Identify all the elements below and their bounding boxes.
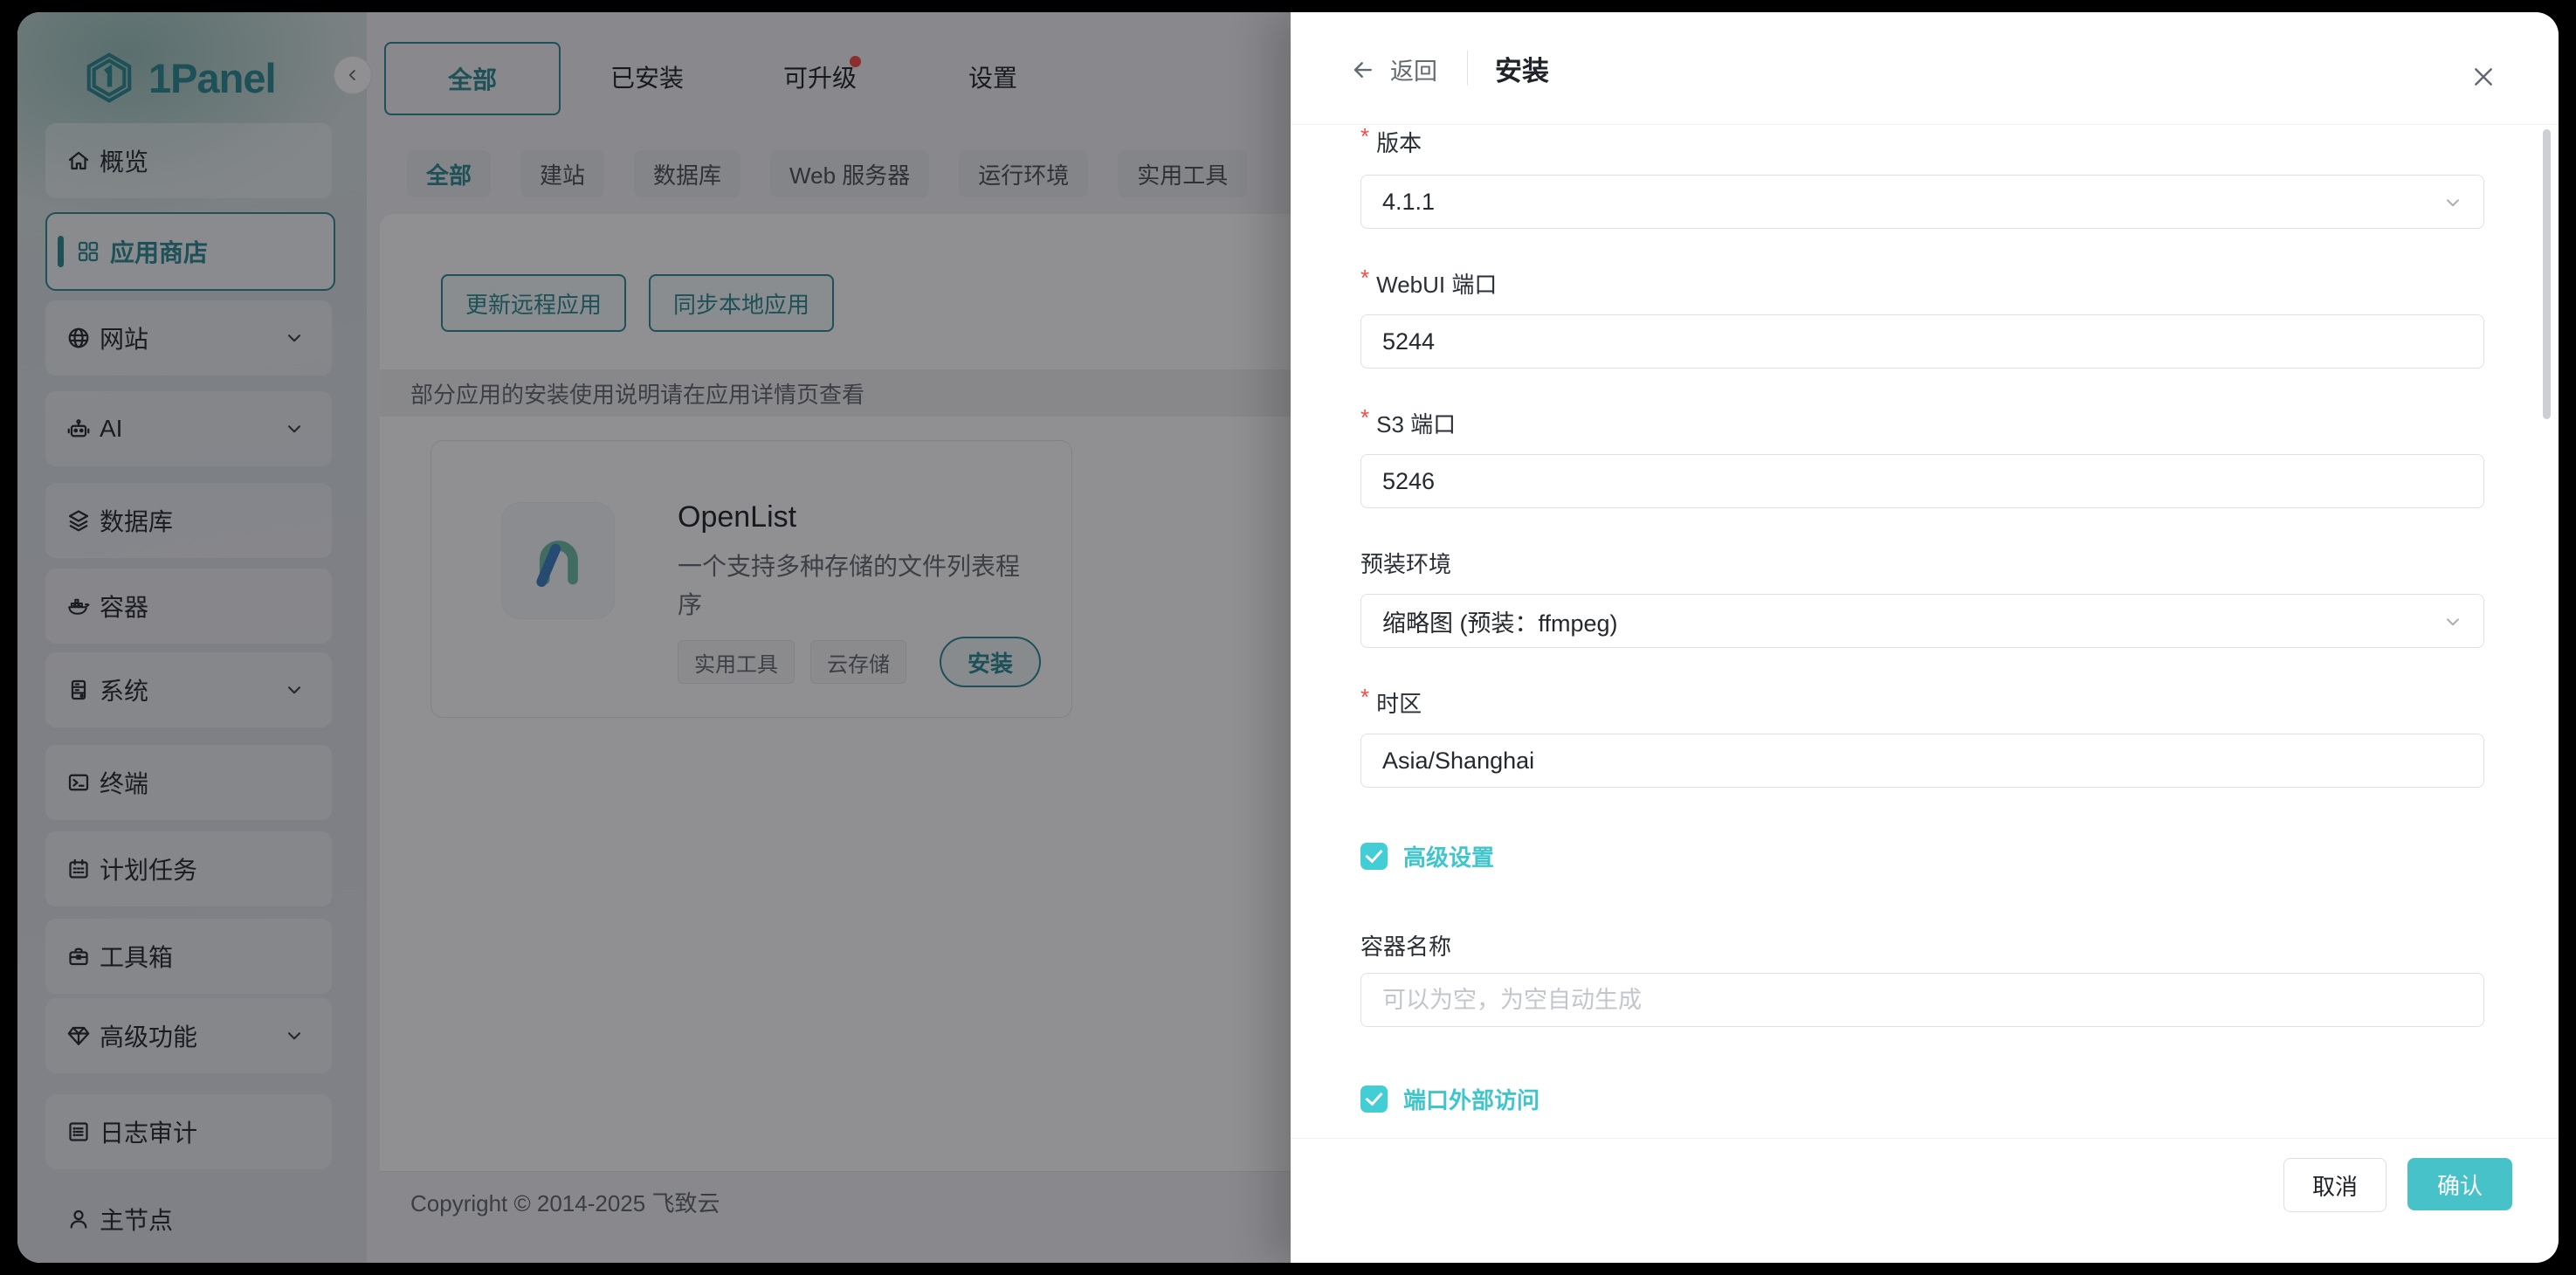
field-label-preinstall-env: 预装环境 [1360, 547, 1451, 579]
drawer-header: 返回 安装 [1291, 12, 2559, 125]
select-value: 4.1.1 [1382, 189, 1435, 216]
drawer-scrollbar-thumb[interactable] [2543, 129, 2551, 419]
webui-port-input[interactable] [1360, 314, 2484, 369]
drawer-title: 安装 [1495, 49, 1549, 88]
required-marker: * [1360, 684, 1369, 711]
field-label-container-name: 容器名称 [1360, 929, 1451, 961]
install-drawer: 返回 安装 * 版本 4.1.1 * WebUI 端口 * [1291, 12, 2559, 1263]
field-label-version: * 版本 [1360, 126, 1422, 158]
advanced-settings-label[interactable]: 高级设置 [1403, 840, 1494, 872]
confirm-button[interactable]: 确认 [2407, 1158, 2512, 1210]
version-select[interactable]: 4.1.1 [1360, 175, 2484, 229]
required-marker: * [1360, 265, 1369, 292]
cancel-button[interactable]: 取消 [2283, 1158, 2387, 1212]
required-marker: * [1360, 123, 1369, 150]
field-label-webui-port: * WebUI 端口 [1360, 267, 1497, 300]
required-marker: * [1360, 404, 1369, 431]
arrow-left-icon [1350, 57, 1376, 83]
modal-overlay[interactable] [17, 12, 1291, 1263]
port-external-checkbox-row[interactable]: 端口外部访问 [1360, 1083, 1539, 1115]
field-label-s3-port: * S3 端口 [1360, 407, 1456, 439]
close-icon[interactable] [2468, 61, 2499, 93]
advanced-settings-checkbox-row[interactable]: 高级设置 [1360, 840, 1494, 872]
s3-port-input[interactable] [1360, 454, 2484, 508]
drawer-footer: 取消 确认 [1291, 1138, 2559, 1263]
app-window: 1Panel 概览 应用商店 [17, 12, 2559, 1263]
select-value: 缩略图 (预装：ffmpeg) [1382, 604, 1618, 638]
back-button[interactable]: 返回 [1350, 52, 1437, 86]
preinstall-env-select[interactable]: 缩略图 (预装：ffmpeg) [1360, 594, 2484, 648]
back-label: 返回 [1390, 52, 1437, 86]
chevron-down-icon [2442, 191, 2464, 214]
container-name-input[interactable] [1360, 973, 2484, 1027]
field-label-timezone: * 时区 [1360, 686, 1422, 719]
chevron-down-icon [2442, 610, 2464, 633]
checkbox-checked-icon[interactable] [1360, 1085, 1388, 1113]
header-divider [1467, 51, 1468, 86]
timezone-input[interactable] [1360, 734, 2484, 788]
port-external-label[interactable]: 端口外部访问 [1403, 1083, 1539, 1115]
checkbox-checked-icon[interactable] [1360, 843, 1388, 870]
